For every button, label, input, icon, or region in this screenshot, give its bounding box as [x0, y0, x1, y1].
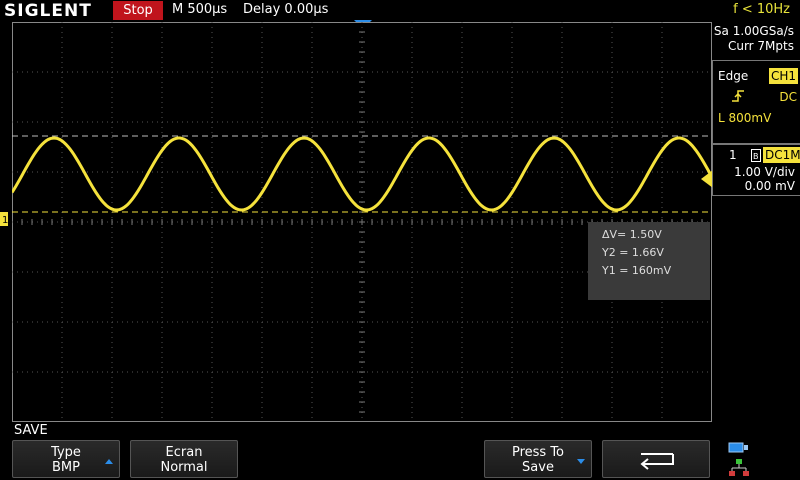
channel-coupling-badge: DC1M [763, 147, 800, 163]
ecran-value: Normal [160, 460, 208, 475]
channel-scale: 1.00 V/div [734, 165, 795, 179]
sample-rate: Sa 1.00GSa/s [713, 24, 794, 38]
y2-readout: Y2 = 1.66V [602, 246, 664, 259]
memory-depth: Curr 7Mpts [727, 39, 794, 53]
type-label: Type [51, 445, 81, 460]
press-value: Save [522, 460, 554, 475]
arrow-down-icon [577, 459, 585, 464]
back-button[interactable] [602, 440, 710, 478]
bandwidth-limit-icon: B [751, 149, 761, 162]
trigger-type: Edge [718, 69, 749, 83]
menu-title: SAVE [14, 423, 48, 438]
trigger-coupling: DC [779, 90, 797, 104]
timebase-label[interactable]: M 500μs [172, 2, 227, 17]
ecran-button[interactable]: Ecran Normal [130, 440, 238, 478]
acquisition-panel: Sa 1.00GSa/s Curr 7Mpts [712, 22, 800, 56]
press-label: Press To [511, 445, 565, 460]
trigger-source-badge: CH1 [769, 68, 799, 84]
delay-label[interactable]: Delay 0.00μs [243, 2, 328, 17]
delta-v-readout: ΔV= 1.50V [602, 228, 662, 241]
channel-number: 1 [729, 148, 737, 162]
type-button[interactable]: Type BMP [12, 440, 120, 478]
siglent-logo: SIGLENT [4, 1, 92, 21]
rising-edge-icon [732, 90, 744, 102]
ecran-label: Ecran [165, 445, 203, 460]
type-value: BMP [52, 460, 80, 475]
ch1-offset-marker-icon[interactable]: 1 [0, 212, 12, 226]
network-icon [729, 459, 749, 476]
arrow-up-icon [105, 459, 113, 464]
usb-storage-icon [728, 442, 748, 453]
press-to-save-button[interactable]: Press To Save [484, 440, 592, 478]
svg-text:B: B [753, 152, 759, 161]
frequency-counter: f < 10Hz [733, 2, 790, 17]
cursor-measure-box: ΔV= 1.50V Y2 = 1.66V Y1 = 160mV [588, 222, 710, 300]
y1-readout: Y1 = 160mV [602, 264, 672, 277]
return-arrow-icon [640, 453, 674, 470]
trigger-panel[interactable]: Edge CH1 DC L 800mV [712, 60, 800, 144]
run-stop-indicator[interactable]: Stop [113, 1, 163, 20]
trigger-level: L 800mV [718, 111, 772, 125]
channel-panel[interactable]: 1 B DC1M 1.00 V/div 0.00 mV [712, 144, 800, 196]
top-bar: SIGLENT Stop M 500μs Delay 0.00μs f < 10… [0, 0, 800, 29]
svg-text:1: 1 [2, 215, 8, 226]
channel-offset: 0.00 mV [744, 179, 795, 193]
